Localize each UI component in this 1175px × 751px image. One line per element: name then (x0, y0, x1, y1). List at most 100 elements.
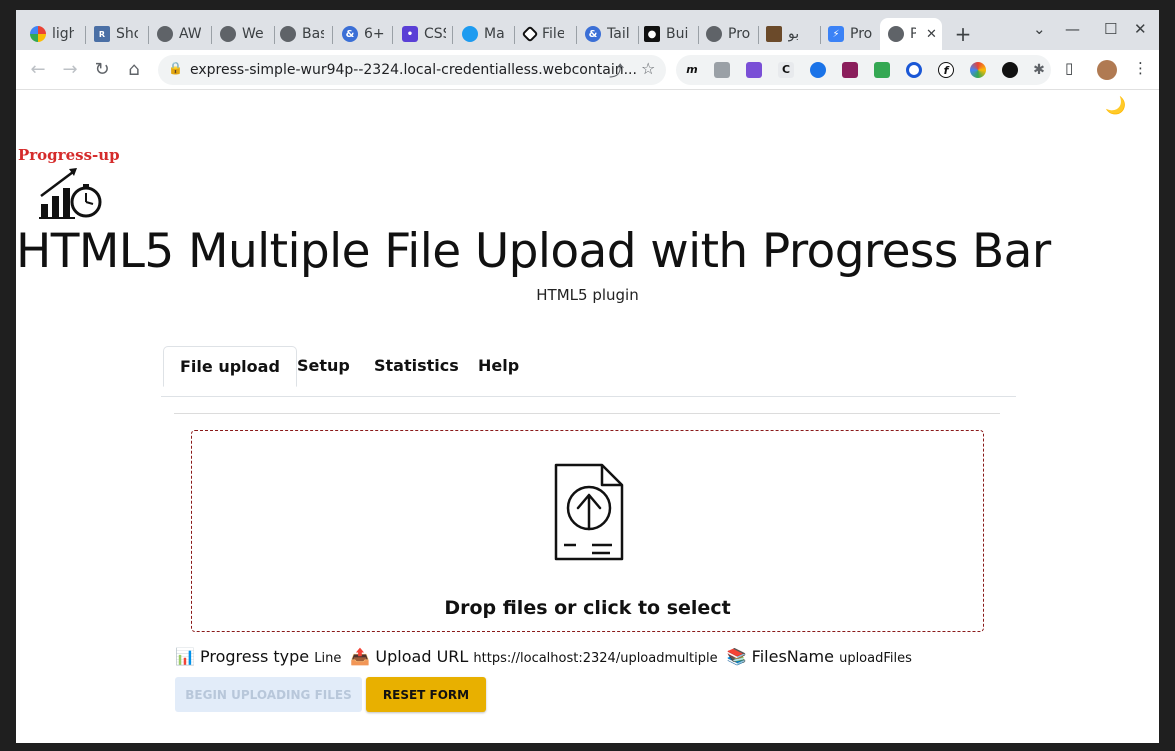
address-bar[interactable]: 🔒 express-simple-wur94p--2324.local-cred… (158, 55, 666, 85)
browser-tab[interactable]: Base (272, 18, 334, 50)
divider (174, 413, 1000, 414)
browser-tab[interactable]: Web (212, 18, 274, 50)
extension-icon[interactable]: f (938, 62, 954, 78)
books-icon: 📚 (726, 647, 747, 666)
extension-icon[interactable] (842, 62, 858, 78)
browser-tab[interactable]: & 6+ I (334, 18, 396, 50)
globe-icon (220, 26, 236, 42)
sidebar-icon[interactable]: ▯ (1065, 59, 1073, 77)
browser-tab[interactable]: R Shots (86, 18, 148, 50)
browser-tab[interactable]: ⚡ Pro (820, 18, 882, 50)
tab-statistics[interactable]: Statistics (358, 346, 475, 387)
menu-icon[interactable]: ⋮ (1133, 59, 1148, 77)
upload-icon: 📤 (350, 647, 371, 666)
home-button[interactable]: ⌂ (122, 58, 146, 82)
extension-icon[interactable]: m (684, 62, 700, 78)
dark-mode-toggle-icon[interactable]: 🌙 (1105, 96, 1126, 116)
codepen-icon (521, 25, 539, 43)
share-icon[interactable]: ⤴ (609, 60, 624, 81)
upload-url-value: https://localhost:2324/uploadmultiple (473, 651, 718, 666)
browser-tab[interactable]: • CSS (394, 18, 456, 50)
tab-title: Buil (666, 26, 688, 42)
tab-setup[interactable]: Setup (281, 346, 366, 387)
globe-icon (157, 26, 173, 42)
browser-tab-active[interactable]: P ✕ (880, 18, 942, 50)
files-name-value: uploadFiles (839, 651, 912, 666)
star-icon[interactable]: ☆ (641, 59, 655, 78)
upload-options: 📊 Progress type Line 📤 Upload URL https:… (175, 647, 916, 666)
extension-icon[interactable] (906, 62, 922, 78)
tab-title: ﺑﻮ (788, 26, 800, 42)
portrait-icon (766, 26, 782, 42)
extension-icon[interactable] (1002, 62, 1018, 78)
twitter-icon (462, 26, 478, 42)
browser-tab[interactable]: Pro (698, 18, 760, 50)
lock-icon: 🔒 (168, 61, 183, 75)
chevron-down-icon[interactable]: ⌄ (1033, 20, 1046, 38)
globe-icon (888, 26, 904, 42)
url-text: express-simple-wur94p--2324.local-creden… (190, 62, 637, 78)
extensions-area: m C f ✱ (676, 55, 1051, 85)
tab-title: lighthouse (52, 26, 74, 42)
globe-icon (280, 26, 296, 42)
dropzone-text: Drop files or click to select (444, 597, 731, 619)
extension-icon[interactable]: C (778, 62, 794, 78)
file-dropzone[interactable]: Drop files or click to select (191, 430, 984, 632)
extension-icon[interactable] (810, 62, 826, 78)
tailwind-icon: & (342, 26, 358, 42)
browser-tab[interactable]: & Tail (577, 18, 639, 50)
progress-logo-icon (39, 168, 102, 219)
file-upload-icon (554, 463, 624, 561)
browser-tab[interactable]: ﺑﻮ (758, 18, 820, 50)
browser-window: lighthouse R Shots AWS Web Base & 6+ I • (16, 10, 1159, 743)
page-subtitle: HTML5 plugin (536, 286, 639, 304)
browser-tab[interactable]: lighthouse (22, 18, 84, 50)
new-tab-button[interactable]: + (952, 22, 974, 46)
logo-text: Progress-up (18, 146, 120, 164)
globe-icon (706, 26, 722, 42)
browser-tab[interactable]: Ma (454, 18, 516, 50)
chart-icon: 📊 (175, 647, 195, 666)
extension-icon[interactable] (970, 62, 986, 78)
forward-button[interactable]: → (58, 58, 82, 82)
medium-icon: ● (644, 26, 660, 42)
tab-help[interactable]: Help (462, 346, 535, 387)
repo-icon: R (94, 26, 110, 42)
tab-bar: File upload Setup Statistics Help (161, 346, 1016, 397)
reset-form-button[interactable]: Reset form (366, 677, 486, 712)
tab-title: P (910, 26, 916, 42)
progress-type-value: Line (314, 651, 342, 666)
page-title: HTML5 Multiple File Upload with Progress… (16, 224, 1051, 279)
extension-icon[interactable] (874, 62, 890, 78)
upload-url-label: Upload URL (375, 647, 469, 666)
camera-icon[interactable] (714, 62, 730, 78)
avatar[interactable] (1097, 60, 1117, 80)
tab-title: Web (242, 26, 264, 42)
maximize-button[interactable]: ☐ (1104, 20, 1117, 38)
extension-icon[interactable] (746, 62, 762, 78)
bolt-icon: ⚡ (828, 26, 844, 42)
browser-tab[interactable]: AWS (149, 18, 211, 50)
tab-title: CSS (424, 26, 446, 42)
browser-toolbar: ← → ↻ ⌂ 🔒 express-simple-wur94p--2324.lo… (16, 50, 1159, 90)
css-icon: • (402, 26, 418, 42)
close-icon[interactable]: ✕ (926, 27, 937, 42)
files-name-label: FilesName (751, 647, 834, 666)
tab-title: AWS (179, 26, 201, 42)
browser-tab[interactable]: ● Buil (636, 18, 698, 50)
tab-strip: lighthouse R Shots AWS Web Base & 6+ I • (16, 10, 1159, 50)
browser-tab[interactable]: File (516, 18, 578, 50)
begin-uploading-button[interactable]: Begin uploading files (175, 677, 362, 712)
google-icon (30, 26, 46, 42)
reload-button[interactable]: ↻ (90, 58, 114, 82)
minimize-button[interactable]: — (1065, 20, 1080, 38)
tab-title: Ma (484, 26, 505, 42)
tab-title: Pro (728, 26, 750, 42)
close-window-button[interactable]: ✕ (1134, 20, 1147, 38)
tab-title: Pro (850, 26, 872, 42)
back-button[interactable]: ← (26, 58, 50, 82)
tab-title: Tail (607, 26, 629, 42)
page-content: 🌙 Progress-up HTML5 Multiple File Upload… (16, 90, 1159, 743)
tab-file-upload[interactable]: File upload (163, 346, 297, 387)
puzzle-icon[interactable]: ✱ (1031, 62, 1047, 78)
